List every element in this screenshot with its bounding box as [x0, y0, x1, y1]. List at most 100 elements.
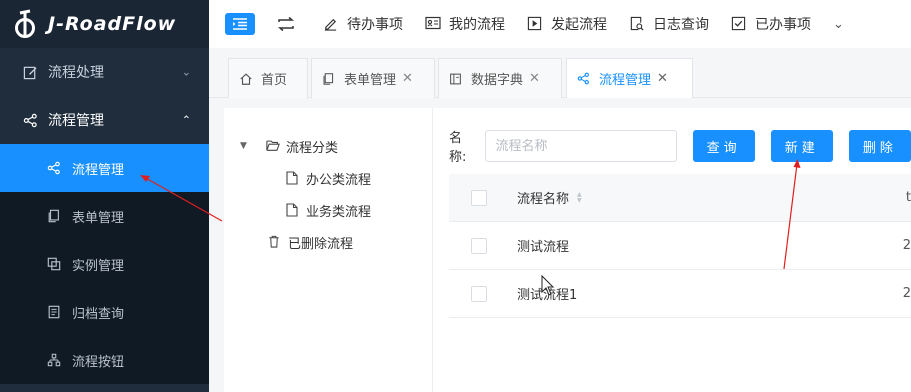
checkbox-icon: [731, 16, 747, 32]
column-header-name[interactable]: 流程名称 ▲ ▼: [517, 188, 582, 207]
row-name[interactable]: 测试流程1: [517, 284, 577, 303]
table-row[interactable]: 测试流程 2: [449, 222, 911, 270]
my-flows-button[interactable]: 我的流程: [425, 14, 505, 34]
tree-node-business[interactable]: 业务类流程: [224, 194, 432, 226]
close-icon[interactable]: ✕: [529, 71, 540, 86]
indent-icon: [233, 18, 247, 30]
table-row[interactable]: 测试流程1 2: [449, 270, 911, 318]
caret-down-icon[interactable]: ▼: [240, 141, 254, 151]
row-checkbox[interactable]: [471, 285, 487, 302]
file-icon: [286, 203, 300, 217]
delete-button[interactable]: 删除: [848, 130, 911, 162]
sidebar: J-RoadFlow 流程处理 ⌄ 流程管理 ⌃ 流程管理 表单管理 实例管理 …: [0, 0, 209, 392]
tab-data-dictionary[interactable]: 数据字典 ✕: [438, 58, 562, 98]
tree-node-label: 业务类流程: [306, 204, 372, 220]
sidebar-item-label: 流程管理: [48, 113, 104, 129]
sort-icon[interactable]: ▲ ▼: [577, 191, 582, 204]
done-items-label: 已办事项: [755, 17, 811, 33]
more-dropdown[interactable]: ⌄: [833, 17, 844, 32]
trash-icon: [268, 235, 282, 249]
sidebar-subitem-flow-manage[interactable]: 流程管理: [0, 144, 209, 192]
dict-icon: [449, 72, 463, 86]
id-card-icon: [425, 16, 441, 32]
menu-toggle-button[interactable]: [225, 13, 255, 35]
new-button[interactable]: 新建: [770, 130, 833, 162]
tab-label: 表单管理: [344, 73, 397, 88]
play-icon: [527, 16, 543, 32]
todo-button[interactable]: 待办事项: [323, 14, 403, 34]
search-label: 名称:: [449, 131, 467, 165]
chevron-up-icon: ⌃: [181, 113, 191, 127]
flow-table: 流程名称 ▲ ▼ t 测试流程 2 测试流程1 2: [449, 174, 911, 318]
search-input[interactable]: [484, 130, 677, 162]
sidebar-subitem-instance-manage[interactable]: 实例管理: [0, 240, 209, 288]
sidebar-item-flow-manage[interactable]: 流程管理 ⌃: [0, 96, 209, 144]
tab-label: 流程管理: [599, 73, 652, 88]
search-bar: 名称: 查询 新建 删除: [449, 127, 911, 165]
sidebar-subitem-form-manage[interactable]: 表单管理: [0, 192, 209, 240]
row-more: 2: [902, 286, 911, 301]
column-header-label: 流程名称: [517, 192, 570, 207]
column-header-more: t: [905, 190, 911, 205]
row-checkbox[interactable]: [471, 237, 487, 254]
log-query-label: 日志查询: [653, 17, 709, 33]
sidebar-subitem-flow-buttons[interactable]: 流程按钮: [0, 336, 209, 384]
sidebar-subitem-label: 归档查询: [72, 306, 125, 322]
chevron-down-icon: ⌄: [181, 65, 191, 79]
row-name[interactable]: 测试流程: [517, 236, 569, 255]
layers-icon: [46, 256, 62, 272]
tree-node-deleted[interactable]: 已删除流程: [224, 226, 432, 258]
sidebar-subitem-label: 实例管理: [72, 258, 125, 274]
my-flows-label: 我的流程: [449, 17, 505, 33]
home-icon: [239, 72, 253, 86]
app-logo[interactable]: J-RoadFlow: [0, 0, 209, 48]
copy-icon: [322, 72, 336, 86]
tree-node-root[interactable]: ▼ 流程分类: [224, 130, 432, 162]
start-flow-label: 发起流程: [551, 17, 607, 33]
sidebar-subitem-label: 流程管理: [72, 162, 125, 178]
sidebar-subitem-label: 流程按钮: [72, 354, 125, 370]
share-icon: [22, 112, 38, 128]
app-title: J-RoadFlow: [48, 13, 177, 35]
row-more: 2: [902, 238, 911, 253]
file-icon: [286, 171, 300, 185]
tab-home[interactable]: 首页: [228, 58, 308, 98]
select-all-checkbox[interactable]: [471, 189, 487, 206]
tab-form-manage[interactable]: 表单管理 ✕: [311, 58, 435, 98]
done-items-button[interactable]: 已办事项: [731, 14, 811, 34]
query-button[interactable]: 查询: [692, 130, 755, 162]
pen-icon: [323, 16, 339, 32]
tree-node-office[interactable]: 办公类流程: [224, 162, 432, 194]
edit-icon: [22, 64, 38, 80]
chevron-down-icon: ⌄: [833, 16, 844, 32]
log-query-button[interactable]: 日志查询: [629, 14, 709, 34]
top-toolbar: 待办事项 我的流程 发起流程 日志查询 已办事项 ⌄: [209, 0, 911, 48]
category-tree: ▼ 流程分类 办公类流程 业务类流程 已删除流程: [224, 108, 433, 392]
hierarchy-icon: [46, 352, 62, 368]
todo-label: 待办事项: [347, 17, 403, 33]
tab-label: 数据字典: [471, 73, 524, 88]
main-list-area: 名称: 查询 新建 删除 流程名称 ▲▼ t 测试流程 2 测试: [434, 108, 911, 392]
share-icon: [46, 160, 62, 176]
tab-flow-manage[interactable]: 流程管理 ✕: [566, 58, 693, 98]
tree-node-label: 流程分类: [286, 140, 339, 156]
sidebar-subitem-label: 表单管理: [72, 210, 125, 226]
tree-node-label: 办公类流程: [306, 172, 372, 188]
sidebar-submenu: 流程管理 表单管理 实例管理 归档查询 流程按钮: [0, 144, 209, 384]
swap-icon[interactable]: [277, 14, 297, 34]
copy-icon: [46, 208, 62, 224]
folder-open-icon: [266, 139, 280, 153]
close-icon[interactable]: ✕: [402, 71, 413, 86]
archive-icon: [46, 304, 62, 320]
content-panel: ▼ 流程分类 办公类流程 业务类流程 已删除流程 名称: 查询 新建 删除: [224, 108, 911, 392]
doc-search-icon: [629, 16, 645, 32]
tab-bar: 首页 表单管理 ✕ 数据字典 ✕ 流程管理 ✕: [209, 48, 911, 98]
sidebar-item-flow-process[interactable]: 流程处理 ⌄: [0, 48, 209, 96]
tree-node-label: 已删除流程: [288, 236, 354, 252]
logo-icon: [15, 9, 35, 38]
close-icon[interactable]: ✕: [657, 71, 668, 86]
sidebar-item-label: 流程处理: [48, 65, 104, 81]
start-flow-button[interactable]: 发起流程: [527, 14, 607, 34]
table-header-row: 流程名称 ▲ ▼ t: [449, 174, 911, 222]
sidebar-subitem-archive-query[interactable]: 归档查询: [0, 288, 209, 336]
